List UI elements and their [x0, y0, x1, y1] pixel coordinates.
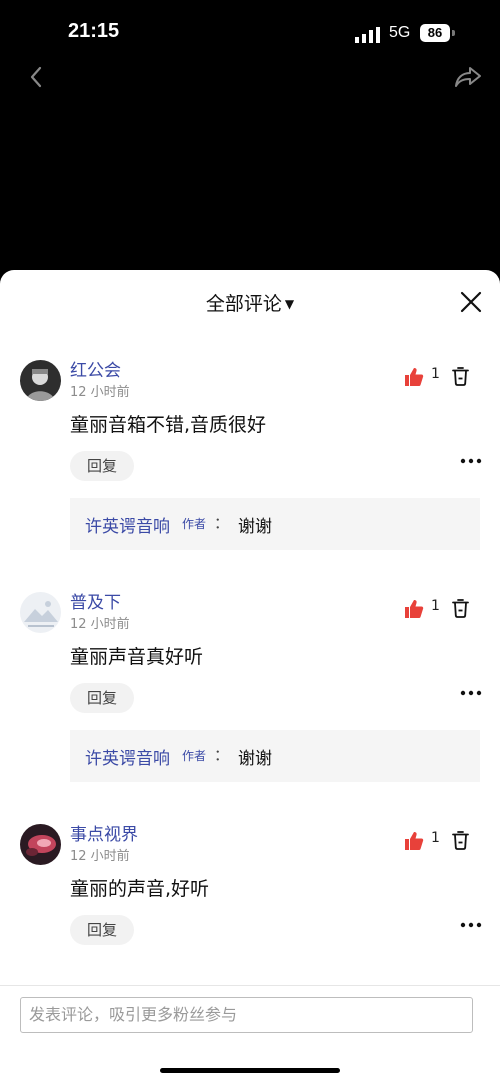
more-icon[interactable] [460, 458, 482, 464]
sub-reply-colon: ： [214, 514, 230, 532]
sub-reply[interactable]: 许英谔音响 作者 ： 谢谢 [70, 730, 480, 782]
comment-sheet: 全部评论 ▼ 红公会 12 小时前 1 童丽音箱不错,音质很好 回复 许英谔音响… [0, 270, 500, 1084]
caret-down-icon: ▼ [284, 297, 295, 311]
avatar[interactable] [20, 592, 61, 633]
trash-icon[interactable] [452, 367, 469, 386]
trash-icon[interactable] [452, 599, 469, 618]
reply-button[interactable]: 回复 [70, 451, 134, 481]
author-badge: 作者 [182, 749, 207, 763]
network-type: 5G [389, 24, 411, 41]
status-bar: 21:15 5G 86 [0, 0, 500, 60]
author-badge: 作者 [182, 517, 207, 531]
avatar[interactable] [20, 824, 61, 865]
comment-input[interactable]: 发表评论，吸引更多粉丝参与 [20, 997, 473, 1033]
like-count: 1 [431, 830, 440, 846]
comment-text: 童丽音箱不错,音质很好 [70, 414, 267, 436]
signal-icon [355, 27, 380, 43]
thumbs-up-icon[interactable] [404, 831, 424, 851]
more-icon[interactable] [460, 922, 482, 928]
close-icon[interactable] [460, 291, 482, 313]
sub-reply-user[interactable]: 许英谔音响 [85, 512, 170, 537]
sub-reply-colon: ： [214, 746, 230, 764]
trash-icon[interactable] [452, 831, 469, 850]
battery-icon: 86 [420, 24, 450, 42]
sub-reply-text: 谢谢 [238, 517, 272, 537]
user-name[interactable]: 事点视界 [70, 820, 138, 845]
more-icon[interactable] [460, 690, 482, 696]
comment-text: 童丽声音真好听 [70, 646, 204, 668]
sheet-title-label: 全部评论 [205, 293, 282, 315]
avatar[interactable] [20, 360, 61, 401]
reply-button[interactable]: 回复 [70, 915, 134, 945]
like-count: 1 [431, 366, 440, 382]
home-indicator [160, 1068, 340, 1073]
back-icon[interactable] [26, 64, 48, 90]
like-count: 1 [431, 598, 440, 614]
sub-reply[interactable]: 许英谔音响 作者 ： 谢谢 [70, 498, 480, 550]
thumbs-up-icon[interactable] [404, 599, 424, 619]
reply-button[interactable]: 回复 [70, 683, 134, 713]
battery-tip [452, 30, 455, 36]
comment-time: 12 小时前 [70, 385, 130, 400]
sub-reply-user[interactable]: 许英谔音响 [85, 744, 170, 769]
share-icon[interactable] [454, 65, 482, 89]
thumbs-up-icon[interactable] [404, 367, 424, 387]
sub-reply-text: 谢谢 [238, 749, 272, 769]
status-time: 21:15 [68, 20, 120, 42]
comment-input-bar: 发表评论，吸引更多粉丝参与 [0, 985, 500, 1084]
user-name[interactable]: 红公会 [70, 356, 121, 381]
sheet-title[interactable]: 全部评论 ▼ [0, 289, 500, 316]
comment-text: 童丽的声音,好听 [70, 878, 210, 900]
comment-time: 12 小时前 [70, 617, 130, 632]
user-name[interactable]: 普及下 [70, 588, 121, 613]
comment-time: 12 小时前 [70, 849, 130, 864]
